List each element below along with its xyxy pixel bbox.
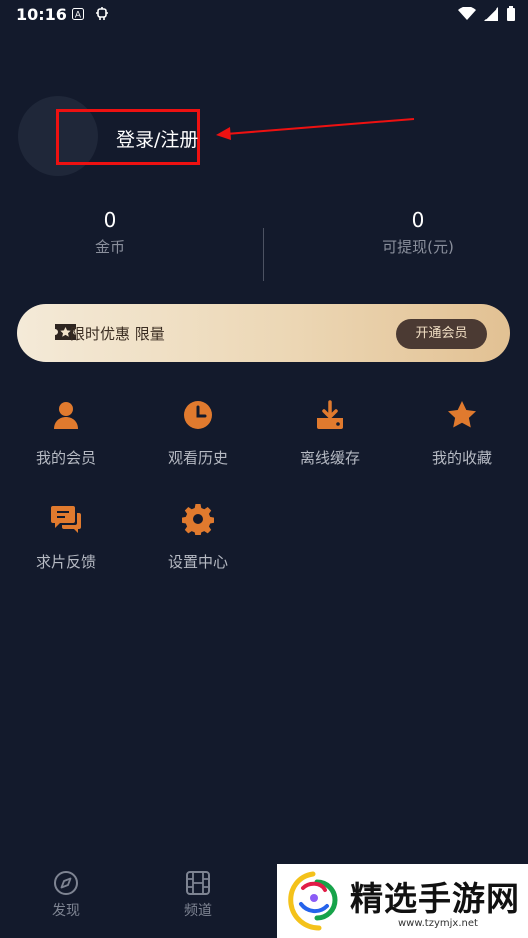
menu-item-label: 我的收藏 [431,449,492,467]
menu-item-label: 观看历史 [167,449,228,467]
status-time: 10:16 [16,5,67,24]
nav-channel[interactable]: 频道 [168,870,228,920]
vip-promo-text: 限时优惠 限量 [70,325,165,343]
watermark-url: www.tzymjx.net [398,918,478,929]
menu-item-label: 设置中心 [167,553,228,571]
chat-icon [51,506,81,533]
clock-icon [184,401,212,429]
menu-item-settings[interactable]: 设置中心 [132,503,264,572]
watermark-logo-icon [288,871,338,931]
notification-a-icon: A [72,8,84,20]
login-register-link[interactable]: 登录/注册 [116,125,198,152]
watermark-text: 精选手游网 [350,879,520,918]
bug-icon [96,7,108,20]
person-icon [54,402,78,429]
annotation-arrow [216,118,415,140]
svg-text:A: A [75,11,82,21]
menu-item-membership[interactable]: 我的会员 [0,399,132,468]
menu-item-label: 我的会员 [35,449,96,467]
coins-value: 0 [103,208,117,232]
nav-label: 发现 [52,903,80,919]
download-icon [317,400,343,429]
nav-label: 频道 [184,903,212,919]
film-icon [186,871,210,895]
menu-item-label: 求片反馈 [35,553,96,571]
open-vip-button[interactable]: 开通会员 [396,319,487,349]
stats-divider [263,228,264,281]
menu-item-favorites[interactable]: 我的收藏 [396,399,528,468]
withdraw-label: 可提现(元) [382,238,454,256]
wifi-icon [458,7,476,20]
menu-item-feedback[interactable]: 求片反馈 [0,503,132,572]
withdraw-value: 0 [411,208,425,232]
menu-item-label: 离线缓存 [299,449,360,467]
signal-icon [484,7,498,21]
menu-item-offline-cache[interactable]: 离线缓存 [264,399,396,468]
star-icon [448,401,476,428]
coins-label: 金币 [94,238,125,256]
gear-icon [181,504,215,537]
battery-icon [507,6,515,21]
nav-discover[interactable]: 发现 [36,870,96,920]
compass-icon [54,871,78,895]
menu-item-history[interactable]: 观看历史 [132,399,264,468]
